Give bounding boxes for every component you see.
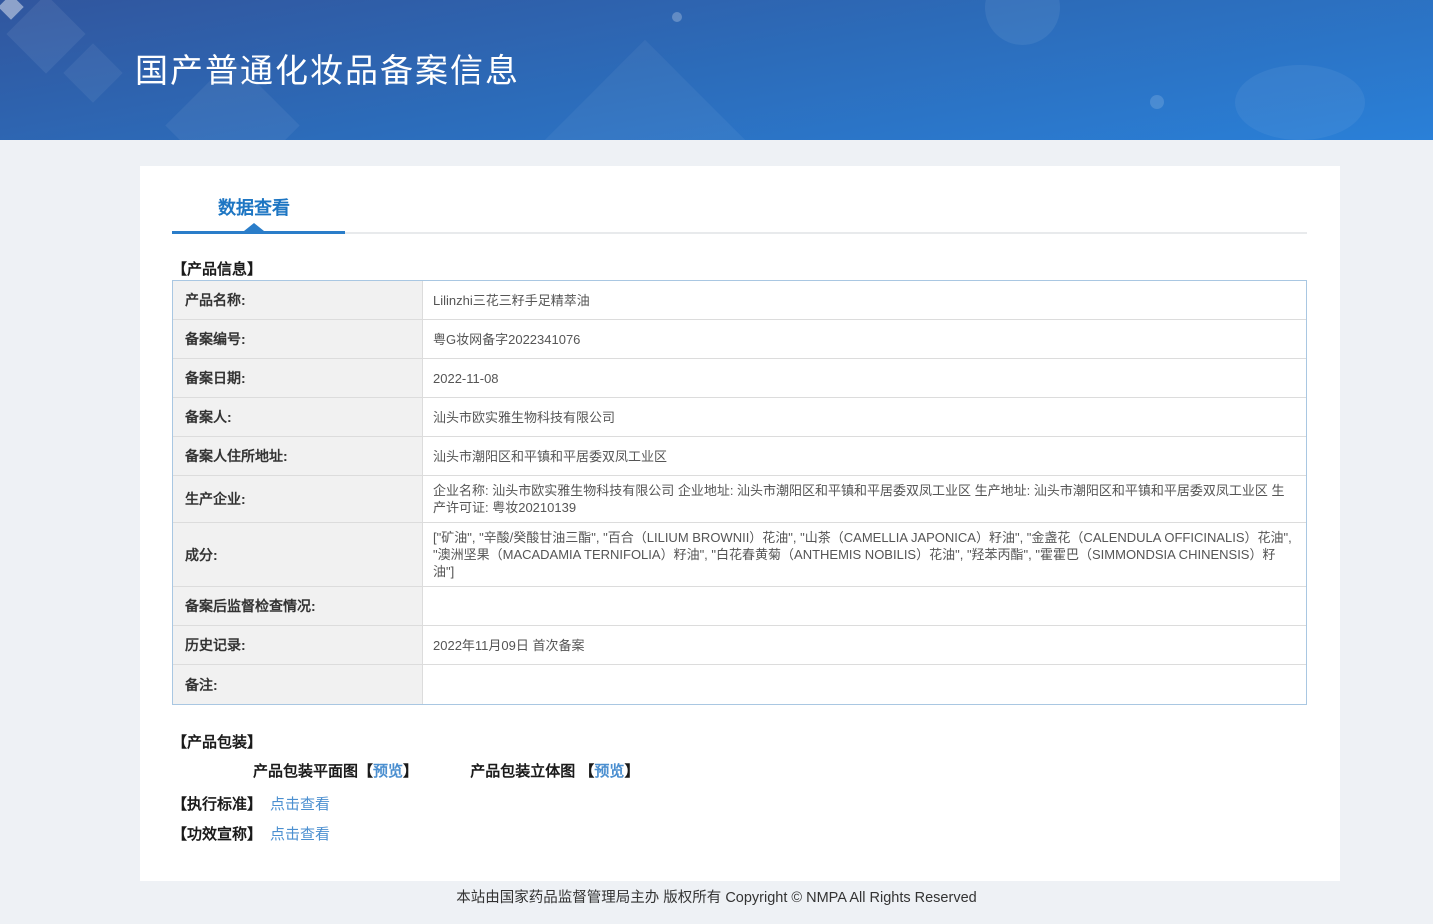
- packaging-flat-item: 产品包装平面图【预览】: [253, 763, 418, 780]
- row-value: 企业名称: 汕头市欧实雅生物科技有限公司 企业地址: 汕头市潮阳区和平镇和平居委…: [423, 476, 1306, 522]
- packaging-3d-item: 产品包装立体图 【预览】: [470, 763, 639, 780]
- packaging-3d-preview-link[interactable]: 预览: [594, 763, 624, 780]
- row-label: 成分:: [173, 523, 423, 586]
- table-row: 备注:: [173, 665, 1306, 704]
- table-row: 成分: ["矿油", "辛酸/癸酸甘油三酯", "百合（LILIUM BROWN…: [173, 523, 1306, 587]
- row-value: 汕头市欧实雅生物科技有限公司: [423, 398, 1306, 436]
- row-label: 历史记录:: [173, 626, 423, 664]
- bracket-open: 【: [579, 763, 594, 780]
- row-value: 汕头市潮阳区和平镇和平居委双凤工业区: [423, 437, 1306, 475]
- table-row: 备案后监督检查情况:: [173, 587, 1306, 626]
- table-row: 历史记录: 2022年11月09日 首次备案: [173, 626, 1306, 665]
- product-info-table: 产品名称: Lilinzhi三花三籽手足精萃油 备案编号: 粤G妆网备字2022…: [172, 280, 1307, 705]
- decor-cube-icon: [0, 0, 24, 20]
- table-row: 备案人: 汕头市欧实雅生物科技有限公司: [173, 398, 1306, 437]
- table-row: 备案编号: 粤G妆网备字2022341076: [173, 320, 1306, 359]
- packaging-links-row: 产品包装平面图【预览】 产品包装立体图 【预览】: [253, 760, 639, 781]
- packaging-heading: 【产品包装】: [172, 731, 262, 752]
- standards-section: 【执行标准】点击查看: [172, 793, 330, 814]
- decor-square-icon: [6, 0, 85, 74]
- standards-heading: 【执行标准】: [172, 796, 262, 813]
- tab-caret-icon: [244, 223, 264, 231]
- row-label: 备案人住所地址:: [173, 437, 423, 475]
- table-row: 备案日期: 2022-11-08: [173, 359, 1306, 398]
- row-value: Lilinzhi三花三籽手足精萃油: [423, 281, 1306, 319]
- row-label: 备案编号:: [173, 320, 423, 358]
- tab-underline: [172, 231, 1307, 234]
- decor-circle-icon: [1235, 65, 1365, 140]
- packaging-3d-label: 产品包装立体图: [470, 763, 579, 780]
- tab-underline-active: [172, 231, 345, 234]
- row-value: 粤G妆网备字2022341076: [423, 320, 1306, 358]
- decor-circle-icon: [985, 0, 1060, 45]
- row-label: 备注:: [173, 665, 423, 704]
- product-info-heading: 【产品信息】: [172, 258, 262, 279]
- row-value: [423, 587, 1306, 625]
- packaging-flat-label: 产品包装平面图: [253, 763, 358, 780]
- decor-dot-icon: [672, 12, 682, 22]
- bracket-close: 】: [403, 763, 418, 780]
- row-label: 生产企业:: [173, 476, 423, 522]
- standards-view-link[interactable]: 点击查看: [270, 796, 330, 813]
- row-value: [423, 665, 1306, 704]
- decor-square-icon: [525, 40, 765, 140]
- table-row: 生产企业: 企业名称: 汕头市欧实雅生物科技有限公司 企业地址: 汕头市潮阳区和…: [173, 476, 1306, 523]
- row-value: 2022年11月09日 首次备案: [423, 626, 1306, 664]
- table-row: 备案人住所地址: 汕头市潮阳区和平镇和平居委双凤工业区: [173, 437, 1306, 476]
- claims-view-link[interactable]: 点击查看: [270, 826, 330, 843]
- page-header: 国产普通化妆品备案信息: [0, 0, 1433, 140]
- row-label: 备案日期:: [173, 359, 423, 397]
- row-value: 2022-11-08: [423, 359, 1306, 397]
- decor-square-icon: [63, 43, 122, 102]
- copyright-text: 本站由国家药品监督管理局主办 版权所有 Copyright © NMPA All…: [456, 890, 976, 906]
- row-label: 备案后监督检查情况:: [173, 587, 423, 625]
- decor-dot-icon: [1150, 95, 1164, 109]
- row-label: 备案人:: [173, 398, 423, 436]
- claims-heading: 【功效宣称】: [172, 826, 262, 843]
- page-footer: 本站由国家药品监督管理局主办 版权所有 Copyright © NMPA All…: [0, 886, 1433, 907]
- tab-data-view[interactable]: 数据查看: [218, 194, 290, 220]
- row-value: ["矿油", "辛酸/癸酸甘油三酯", "百合（LILIUM BROWNII）花…: [423, 523, 1306, 586]
- bracket-close: 】: [624, 763, 639, 780]
- content-card: 数据查看 【产品信息】 产品名称: Lilinzhi三花三籽手足精萃油 备案编号…: [140, 166, 1340, 881]
- row-label: 产品名称:: [173, 281, 423, 319]
- page-title: 国产普通化妆品备案信息: [135, 44, 520, 92]
- packaging-flat-preview-link[interactable]: 预览: [373, 763, 403, 780]
- claims-section: 【功效宣称】点击查看: [172, 823, 330, 844]
- bracket-open: 【: [358, 763, 373, 780]
- table-row: 产品名称: Lilinzhi三花三籽手足精萃油: [173, 281, 1306, 320]
